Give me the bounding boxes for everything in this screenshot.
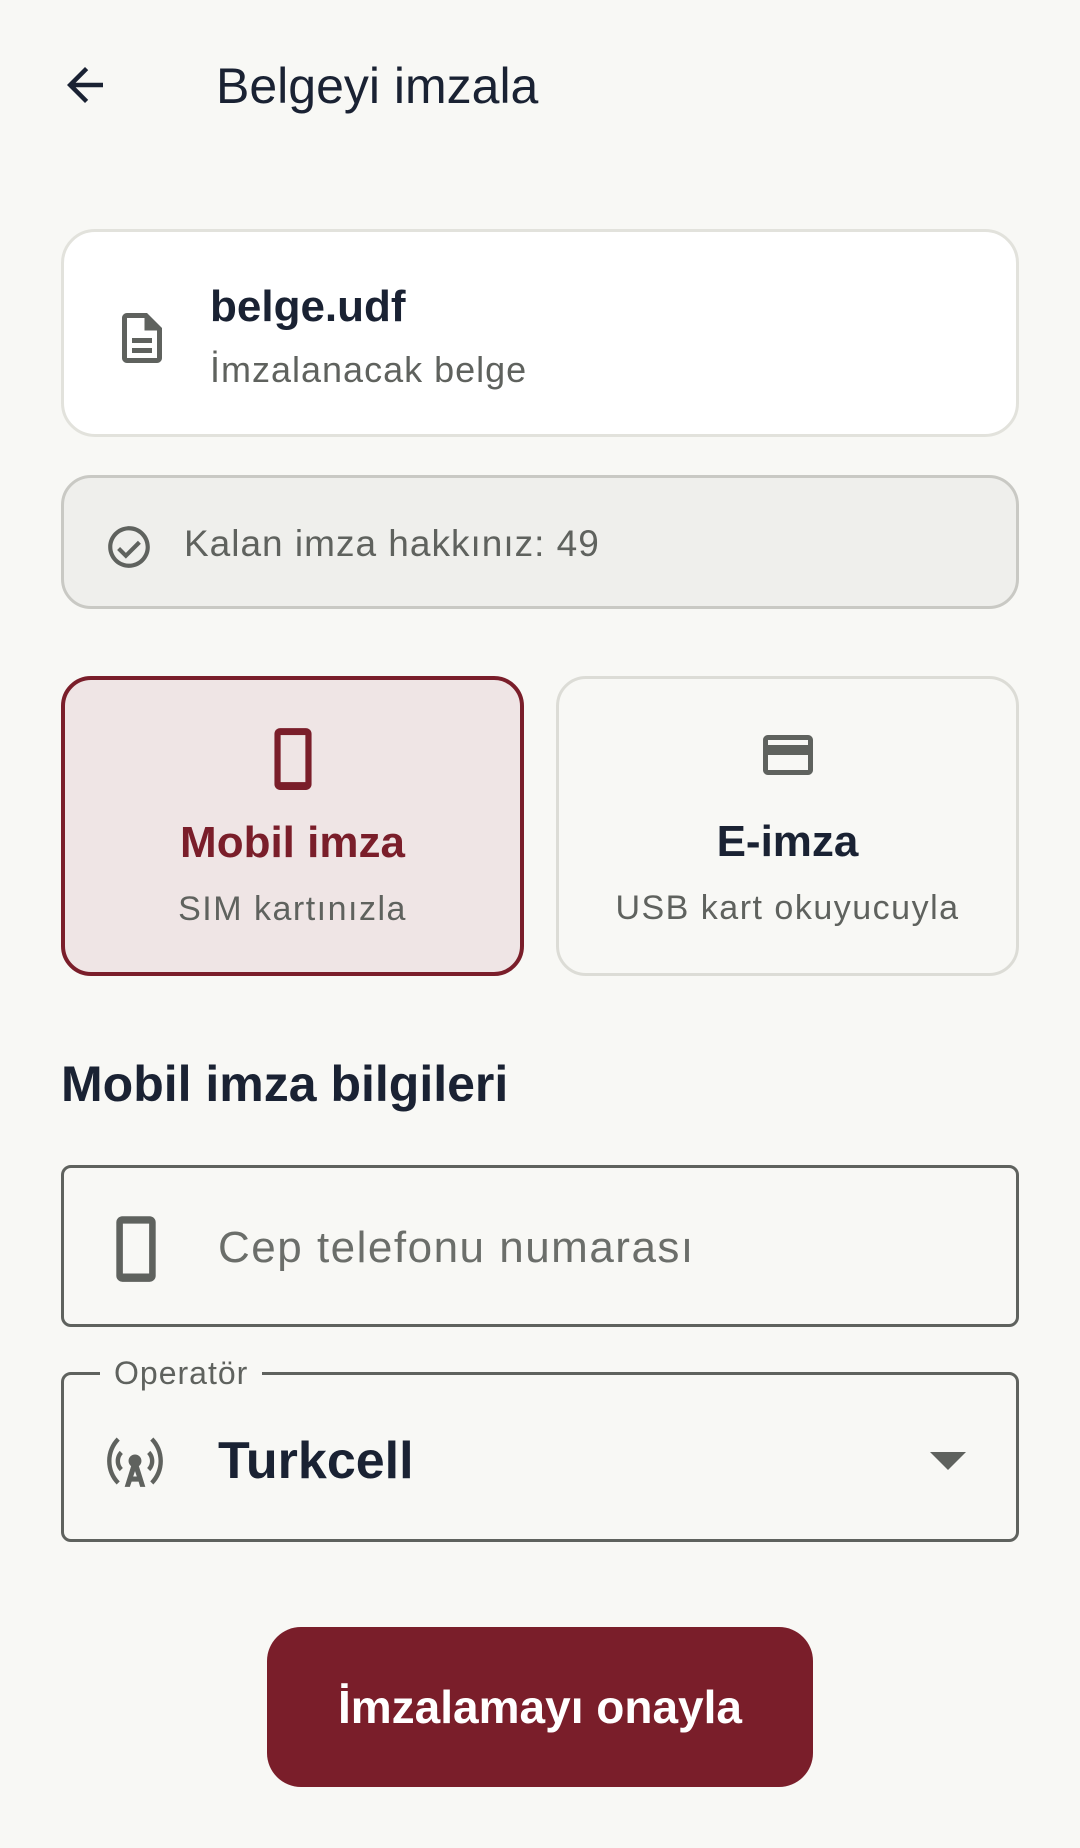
app-bar: Belgeyi imzala [0, 0, 1080, 170]
phone-number-field[interactable] [61, 1165, 1019, 1327]
credit-card-icon [762, 735, 813, 775]
operator-label: Operatör [100, 1353, 263, 1393]
sign-document-screen: Belgeyi imzala belge.udf İmzalanacak bel… [0, 0, 1080, 1848]
method-title: E-imza [716, 817, 859, 866]
method-e-signature[interactable]: E-imza USB kart okuyucuyla [556, 676, 1019, 976]
section-title: Mobil imza bilgileri [61, 1056, 509, 1112]
method-mobile-signature[interactable]: Mobil imza SIM kartınızla [61, 676, 524, 976]
dropdown-arrow-icon [930, 1452, 966, 1470]
document-icon [122, 313, 162, 363]
operator-value: Turkcell [218, 1432, 414, 1490]
smartphone-icon [273, 728, 312, 790]
phone-number-input[interactable] [218, 1216, 978, 1280]
page-title: Belgeyi imzala [216, 58, 539, 114]
antenna-icon [107, 1437, 163, 1487]
remaining-signatures-box: Kalan imza hakkınız: 49 [61, 475, 1019, 609]
check-circle-icon [108, 526, 150, 568]
document-subtitle: İmzalanacak belge [210, 349, 528, 390]
method-title: Mobil imza [180, 818, 405, 867]
method-subtitle: SIM kartınızla [178, 890, 407, 928]
confirm-signature-button[interactable]: İmzalamayı onayla [267, 1627, 813, 1787]
arrow-left-icon [67, 67, 103, 103]
operator-select[interactable]: Operatör Turkcell [61, 1353, 1019, 1542]
smartphone-icon [116, 1216, 156, 1282]
back-button[interactable] [50, 50, 120, 120]
document-card: belge.udf İmzalanacak belge [61, 229, 1019, 437]
remaining-signatures-text: Kalan imza hakkınız: 49 [184, 523, 600, 564]
method-subtitle: USB kart okuyucuyla [615, 889, 960, 927]
document-name: belge.udf [210, 282, 406, 331]
